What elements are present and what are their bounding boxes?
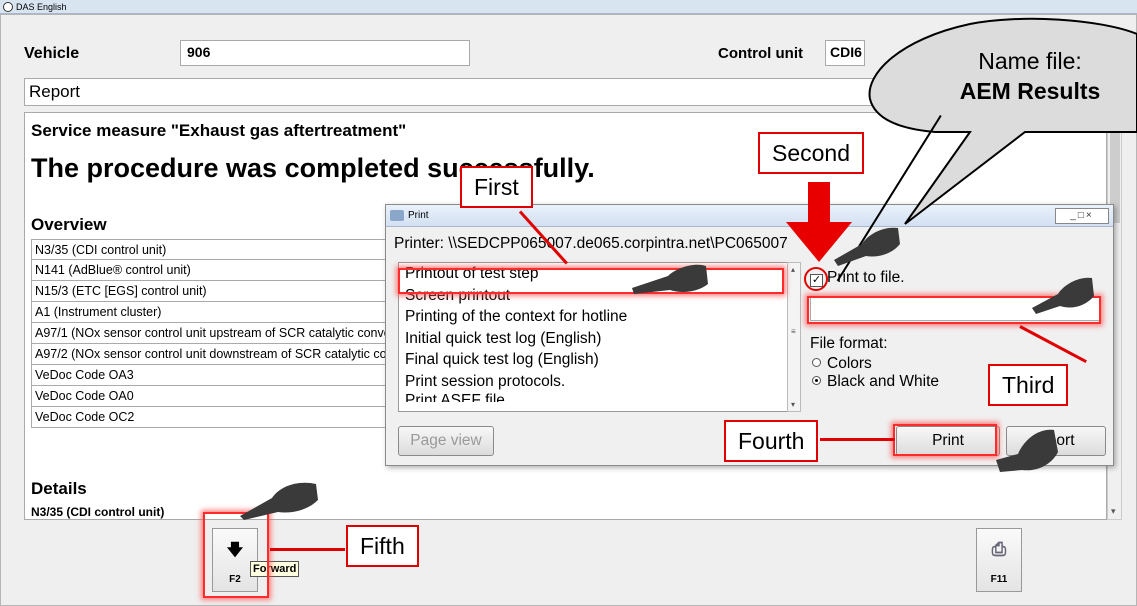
table-row: N3/35 (CDI control unit) xyxy=(31,239,411,260)
printer-icon xyxy=(390,210,404,221)
table-row: N15/3 (ETC [EGS] control unit) xyxy=(31,281,411,302)
vehicle-field[interactable]: 906 xyxy=(180,40,470,66)
options-scrollbar[interactable]: ▴ ≡ ▾ xyxy=(787,262,801,412)
printer-icon: ⎙ xyxy=(991,539,1007,559)
app-icon xyxy=(3,2,13,12)
details-heading: Details xyxy=(31,479,87,498)
highlight-fourth xyxy=(893,424,997,456)
overview-heading: Overview xyxy=(31,215,107,234)
annotation-fourth: Fourth xyxy=(724,420,819,462)
pointing-hand-icon xyxy=(240,482,318,520)
vehicle-label: Vehicle xyxy=(24,45,80,62)
colors-label: Colors xyxy=(827,355,872,372)
overview-table: N3/35 (CDI control unit) N141 (AdBlue® c… xyxy=(31,239,411,428)
details-subheading: N3/35 (CDI control unit) xyxy=(31,505,165,519)
highlight-first xyxy=(398,268,784,294)
list-item[interactable]: Print session protocols. xyxy=(399,371,799,393)
pointing-hand-icon xyxy=(834,227,900,266)
window-title: DAS English xyxy=(16,2,67,12)
colors-radio[interactable] xyxy=(812,358,821,367)
f11-key-label: F11 xyxy=(990,574,1008,585)
list-item[interactable]: Printing of the context for hotline xyxy=(399,306,799,328)
table-row: A1 (Instrument cluster) xyxy=(31,302,411,323)
scroll-up-icon[interactable]: ▴ xyxy=(791,265,795,274)
format-bw-option[interactable]: Black and White xyxy=(812,373,939,391)
highlight-fifth xyxy=(203,512,269,598)
window-title-bar: DAS English xyxy=(0,0,1137,14)
table-row: VeDoc Code OA3 xyxy=(31,365,411,386)
table-row: A97/2 (NOx sensor control unit downstrea… xyxy=(31,344,411,365)
page-view-button[interactable]: Page view xyxy=(398,426,494,456)
table-row: VeDoc Code OA0 xyxy=(31,386,411,407)
bubble-line-1: Name file: xyxy=(978,48,1082,74)
black-white-radio[interactable] xyxy=(812,376,821,385)
f11-print-button[interactable]: ⎙ F11 xyxy=(976,528,1022,592)
service-measure-heading: Service measure "Exhaust gas aftertreatm… xyxy=(31,121,407,140)
highlight-second xyxy=(804,267,828,291)
scroll-down-icon[interactable]: ▾ xyxy=(791,400,795,409)
file-format-label: File format: xyxy=(810,335,888,352)
pointing-hand-icon xyxy=(996,429,1058,472)
list-item[interactable]: Print ASEF file xyxy=(399,392,799,402)
pointing-hand-icon xyxy=(632,264,708,294)
scroll-down-icon[interactable]: ▾ xyxy=(1111,506,1116,517)
bubble-text: Name file: AEM Results xyxy=(930,46,1130,106)
table-row: N141 (AdBlue® control unit) xyxy=(31,260,411,281)
table-row: A97/1 (NOx sensor control unit upstream … xyxy=(31,323,411,344)
connector-fifth xyxy=(270,548,345,551)
annotation-second: Second xyxy=(758,132,865,174)
annotation-first: First xyxy=(460,166,533,208)
connector-fourth xyxy=(820,438,895,441)
format-colors-option[interactable]: Colors xyxy=(812,355,872,373)
annotation-third: Third xyxy=(988,364,1069,406)
printer-label: Printer: \\SEDCPP065007.de065.corpintra.… xyxy=(394,235,788,252)
bubble-line-2: AEM Results xyxy=(959,78,1101,104)
table-row: VeDoc Code OC2 xyxy=(31,407,411,428)
list-item[interactable]: Initial quick test log (English) xyxy=(399,328,799,350)
annotation-fifth: Fifth xyxy=(346,525,419,567)
scroll-grip-icon[interactable]: ≡ xyxy=(791,327,796,336)
print-dialog-title: Print xyxy=(408,210,429,221)
pointing-hand-icon xyxy=(1032,277,1094,314)
black-white-label: Black and White xyxy=(827,373,939,390)
list-item[interactable]: Final quick test log (English) xyxy=(399,349,799,371)
